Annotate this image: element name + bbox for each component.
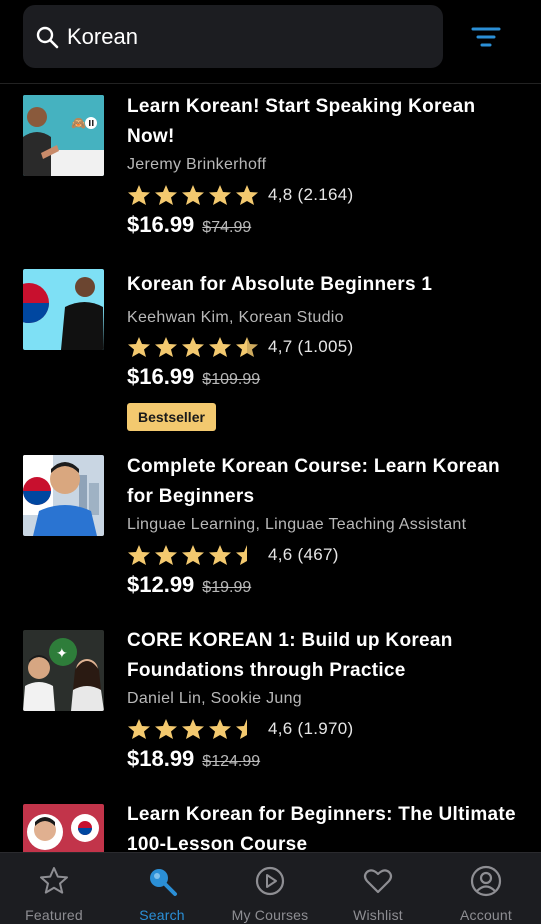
price-row: $12.99 $19.99 [127,572,251,598]
course-original-price: $109.99 [202,371,261,388]
star-icon [155,337,177,357]
course-original-price: $124.99 [202,753,261,770]
star-icon [209,337,231,357]
rating-value: 4,6 [268,719,293,738]
course-thumbnail [23,269,104,350]
play-circle-icon [255,866,285,896]
star-icon [128,337,150,357]
search-icon [150,869,177,896]
course-title: Learn Korean! Start Speaking Korean Now! [127,96,476,147]
course-price: $12.99 [127,572,195,597]
rating-count: (2.164) [297,185,354,204]
search-box[interactable] [23,5,443,68]
star-half-icon [236,545,247,565]
search-input[interactable] [67,19,427,55]
course-original-price: $74.99 [202,219,252,236]
course-item[interactable]: Korean for Absolute Beginners 1 Keehwan … [0,264,541,444]
course-original-price: $19.99 [202,579,252,596]
search-header [0,0,541,84]
course-item[interactable]: ✦ CORE KOREAN 1: Build up Korean Foundat… [0,620,541,790]
rating-stars [127,184,259,206]
star-icon [182,185,204,205]
tab-label: Account [460,907,512,923]
star-icon [209,719,231,739]
rating-stars [127,544,259,566]
tab-account[interactable]: Account [432,853,540,924]
star-icon [182,545,204,565]
course-title: Korean for Absolute Beginners 1 [127,274,433,295]
course-author: Daniel Lin, Sookie Jung [127,690,303,707]
star-icon [209,545,231,565]
course-title: Learn Korean for Beginners: The Ultimate… [127,804,516,852]
svg-text:🙈: 🙈 [71,116,86,130]
bestseller-badge: Bestseller [127,403,216,431]
tab-label: Search [139,907,185,923]
svg-text:✦: ✦ [56,646,68,662]
price-row: $16.99 $74.99 [127,212,251,238]
course-author: Jeremy Brinkerhoff [127,156,267,173]
tab-my-courses[interactable]: My Courses [216,853,324,924]
course-title: Complete Korean Course: Learn Korean for… [127,456,500,507]
course-item[interactable]: Complete Korean Course: Learn Korean for… [0,446,541,616]
star-icon [155,185,177,205]
rating-count: (1.005) [297,337,354,356]
star-icon [40,867,68,894]
course-thumbnail: ✦ [23,630,104,711]
tab-wishlist[interactable]: Wishlist [324,853,432,924]
star-icon [209,185,231,205]
course-item[interactable]: 🙈 Learn Korean! Start Speaking Korean No… [0,84,541,254]
star-icon [182,719,204,739]
rating-value: 4,6 [268,545,293,564]
course-thumbnail [23,804,104,852]
course-rating: 4,6 (1.970) [127,718,354,740]
course-rating: 4,7 (1.005) [127,336,354,358]
star-icon [155,545,177,565]
heart-icon [363,869,393,894]
course-author: Keehwan Kim, Korean Studio [127,309,344,326]
course-price: $16.99 [127,364,195,389]
search-icon [36,26,59,49]
course-list[interactable]: 🙈 Learn Korean! Start Speaking Korean No… [0,84,541,852]
course-price: $18.99 [127,746,195,771]
tab-label: My Courses [231,907,309,923]
star-half-icon [236,337,258,357]
bottom-tab-bar: Featured Search My Courses Wishlist Acco… [0,852,541,924]
course-thumbnail: 🙈 [23,95,104,176]
star-half-icon [236,719,247,739]
filter-icon[interactable] [468,22,504,52]
account-icon [470,865,502,897]
course-author: Linguae Learning, Linguae Teaching Assis… [127,516,467,533]
star-icon [236,185,258,205]
star-icon [155,719,177,739]
course-thumbnail [23,455,104,536]
course-title: CORE KOREAN 1: Build up Korean Foundatio… [127,630,453,681]
tab-label: Featured [25,907,83,923]
course-price: $16.99 [127,212,195,237]
rating-stars [127,718,259,740]
tab-featured[interactable]: Featured [0,853,108,924]
rating-value: 4,7 [268,337,293,356]
course-rating: 4,8 (2.164) [127,184,354,206]
star-icon [182,337,204,357]
star-icon [128,545,150,565]
price-row: $16.99 $109.99 [127,364,260,390]
tab-search[interactable]: Search [108,853,216,924]
rating-count: (467) [297,545,339,564]
course-item[interactable]: Learn Korean for Beginners: The Ultimate… [0,794,541,852]
price-row: $18.99 $124.99 [127,746,260,772]
star-icon [128,719,150,739]
rating-stars [127,336,259,358]
star-icon [128,185,150,205]
course-rating: 4,6 (467) [127,544,339,566]
rating-count: (1.970) [297,719,354,738]
tab-label: Wishlist [353,907,403,923]
rating-value: 4,8 [268,185,293,204]
